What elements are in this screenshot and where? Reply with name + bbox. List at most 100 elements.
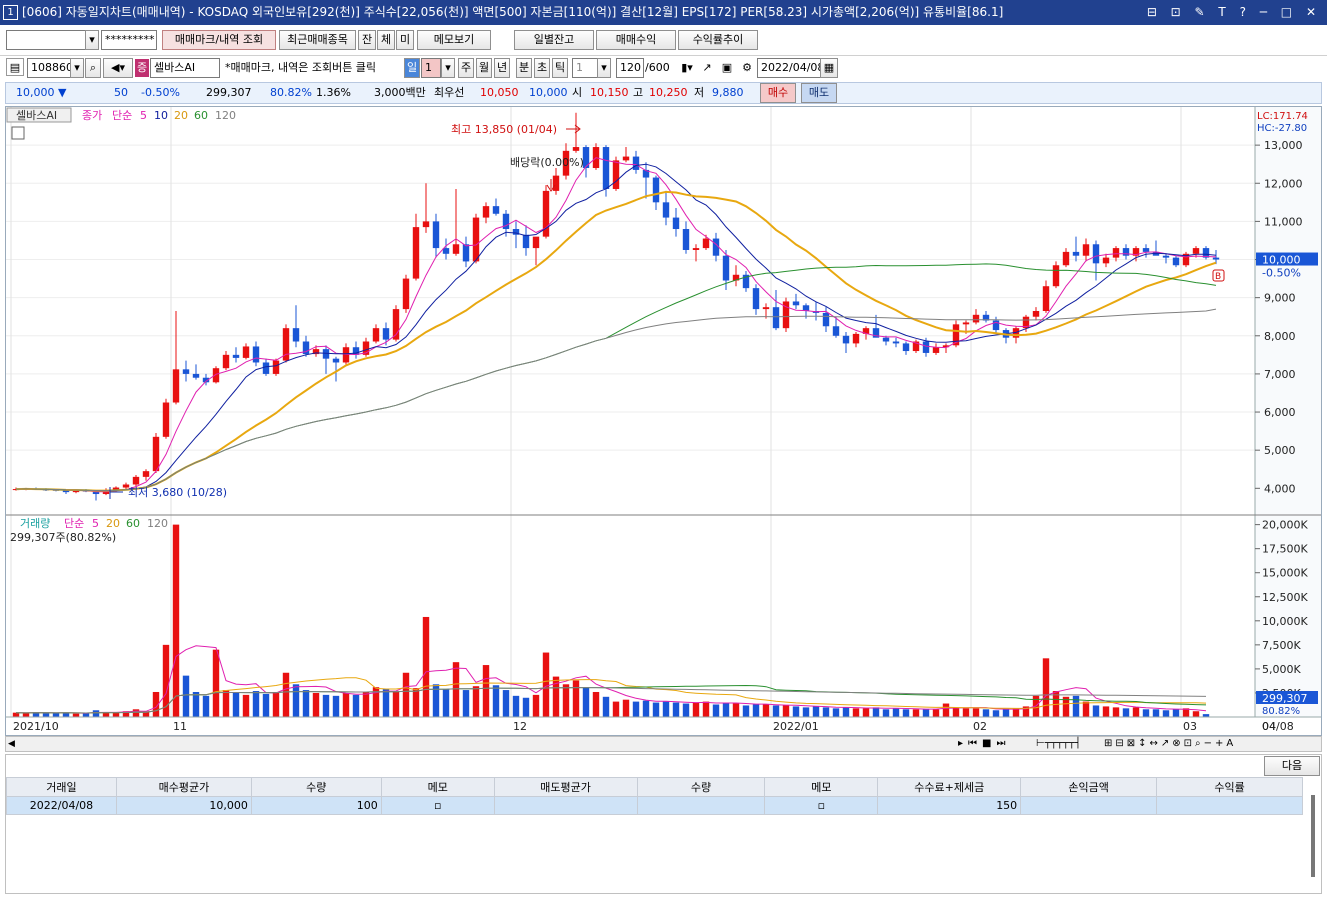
volume-bar	[1142, 709, 1150, 717]
window-controls[interactable]: ⊟ ⊡ ✎ T ? ─ □ ✕	[1147, 0, 1321, 25]
buy-marker-label: B	[1215, 272, 1221, 282]
volume-ma120: 120	[147, 517, 168, 530]
lc-label: LC:171.74	[1257, 111, 1308, 122]
calendar-icon[interactable]: ▦	[820, 58, 838, 78]
speaker-icon[interactable]: ◀▾	[103, 58, 133, 78]
volume-bar	[772, 705, 780, 717]
volume-ratio: 80.82%	[270, 86, 312, 99]
volume-bar	[812, 706, 820, 717]
open-price: 10,150	[590, 86, 629, 99]
save-icon[interactable]: ▣	[718, 59, 736, 77]
open-label: 시	[572, 86, 583, 99]
period-minute[interactable]: 분	[516, 58, 532, 78]
column-header[interactable]: 수익률	[1156, 777, 1303, 797]
tick-number[interactable]: 1	[572, 58, 598, 78]
next-button[interactable]: 다음	[1264, 756, 1320, 776]
column-header[interactable]: 수수료+제세금	[877, 777, 1022, 797]
volume-bar	[612, 701, 620, 717]
volume-tick-label: 7,500K	[1262, 639, 1301, 652]
volume-bar	[492, 685, 500, 717]
candle	[902, 343, 910, 352]
column-header[interactable]: 손익금액	[1020, 777, 1158, 797]
zoom-slider[interactable]: ⊢┬┬┬┬┬┤	[1036, 735, 1081, 753]
code-dropdown-icon[interactable]: ▾	[70, 58, 84, 78]
candle	[472, 217, 480, 262]
volume-bar	[1152, 709, 1160, 717]
period-week[interactable]: 주	[458, 58, 474, 78]
layout-icon[interactable]: ▤	[6, 58, 24, 76]
candle	[672, 217, 680, 230]
column-header[interactable]: 거래일	[6, 777, 117, 797]
column-header[interactable]: 메모	[380, 777, 495, 797]
volume-bar	[592, 691, 600, 717]
period-dropdown-icon[interactable]: ▾	[441, 58, 455, 78]
column-header[interactable]: 메모	[764, 777, 879, 797]
memo-view-button[interactable]: 메모보기	[417, 30, 491, 50]
table-scrollbar[interactable]	[1311, 795, 1315, 877]
column-header[interactable]: 수량	[250, 777, 382, 797]
balance-button[interactable]: 잔	[358, 30, 376, 50]
memo-icon[interactable]: ▫	[764, 796, 879, 815]
volume-bar	[532, 694, 540, 717]
period-number[interactable]: 1	[421, 58, 441, 78]
return-trend-button[interactable]: 수익률추이	[678, 30, 758, 50]
buy-button[interactable]: 매수	[760, 83, 796, 103]
period-month[interactable]: 월	[476, 58, 492, 78]
volume-bar	[1042, 658, 1050, 717]
volume-tick-label: 20,000K	[1262, 519, 1308, 532]
candle	[792, 301, 800, 306]
volume-bar	[212, 649, 220, 717]
daily-balance-button[interactable]: 일별잔고	[514, 30, 594, 50]
chart-scrollbar[interactable]: ◀ ▸⏮■⏭ ⊢┬┬┬┬┬┤ ⊞⊟⊠↕↔↗⊗⊡⌕−+A	[5, 736, 1322, 752]
account-dropdown-icon[interactable]: ▾	[85, 30, 99, 50]
volume-bar	[462, 690, 470, 717]
period-day[interactable]: 일	[404, 58, 420, 78]
grid-toggle-icon[interactable]	[11, 126, 25, 140]
trade-profit-button[interactable]: 매매수익	[596, 30, 676, 50]
stock-code-input[interactable]: 108860	[27, 58, 71, 78]
price-tick-label: 6,000	[1264, 406, 1296, 419]
search-icon[interactable]: ⌕	[85, 58, 101, 78]
scroll-left-icon[interactable]: ◀	[8, 735, 15, 753]
volume-bar	[982, 709, 990, 717]
candlestick-chart[interactable]: 13,000 12,000 11,000 10,000 9,000 8,000 7,000 6…	[6, 107, 1321, 735]
column-header[interactable]: 수량	[636, 777, 766, 797]
marks-query-button[interactable]: 매매마크/내역 조회	[162, 30, 276, 50]
account-select[interactable]	[6, 30, 86, 50]
volume-bar	[1132, 707, 1140, 717]
volume-bar	[182, 675, 190, 717]
title-bar: 1 [0606] 자동일지차트(매매내역) - KOSDAQ 외국인보유[292…	[0, 0, 1327, 25]
period-tick[interactable]: 틱	[552, 58, 568, 78]
executed-button[interactable]: 체	[377, 30, 395, 50]
stock-name-field[interactable]: 셀바스AI	[150, 58, 220, 78]
candle	[702, 238, 710, 249]
tick-dropdown-icon[interactable]: ▾	[597, 58, 611, 78]
playback-controls[interactable]: ▸⏮■⏭	[958, 735, 1010, 753]
table-row[interactable]: 2022/04/08 10,000 100 ▫ ▫ 150	[6, 796, 1303, 815]
date-input[interactable]: 2022/04/08	[757, 58, 821, 78]
password-field[interactable]: *********	[101, 30, 157, 50]
candle	[1112, 248, 1120, 258]
chart-panel[interactable]: 13,000 12,000 11,000 10,000 9,000 8,000 7,000 6…	[5, 106, 1322, 736]
gear-icon[interactable]: ⚙	[738, 59, 756, 77]
memo-icon[interactable]: ▫	[380, 796, 495, 815]
period-second[interactable]: 초	[534, 58, 550, 78]
candle-type-icon[interactable]: ▮▾	[678, 59, 696, 77]
column-header[interactable]: 매수평균가	[115, 777, 252, 797]
count-input[interactable]: 120	[616, 58, 644, 78]
trade-volume: 299,307	[206, 86, 252, 99]
draw-tool-icon[interactable]: ↗	[698, 59, 716, 77]
column-header[interactable]: 매도평균가	[493, 777, 638, 797]
volume-bar	[542, 652, 550, 717]
sell-button[interactable]: 매도	[801, 83, 837, 103]
volume-bar	[412, 688, 420, 717]
volume-bar	[952, 708, 960, 717]
volume-tick-label: 15,000K	[1262, 567, 1308, 580]
period-year[interactable]: 년	[494, 58, 510, 78]
chart-tools-icons[interactable]: ⊞⊟⊠↕↔↗⊗⊡⌕−+A	[1104, 735, 1236, 753]
chart-stock-tag[interactable]: 셀바스AI	[16, 109, 57, 122]
recent-trades-button[interactable]: 최근매매종목	[279, 30, 356, 50]
volume-bar	[912, 709, 920, 717]
unexecuted-button[interactable]: 미	[396, 30, 414, 50]
table-cell: 100	[250, 796, 382, 815]
